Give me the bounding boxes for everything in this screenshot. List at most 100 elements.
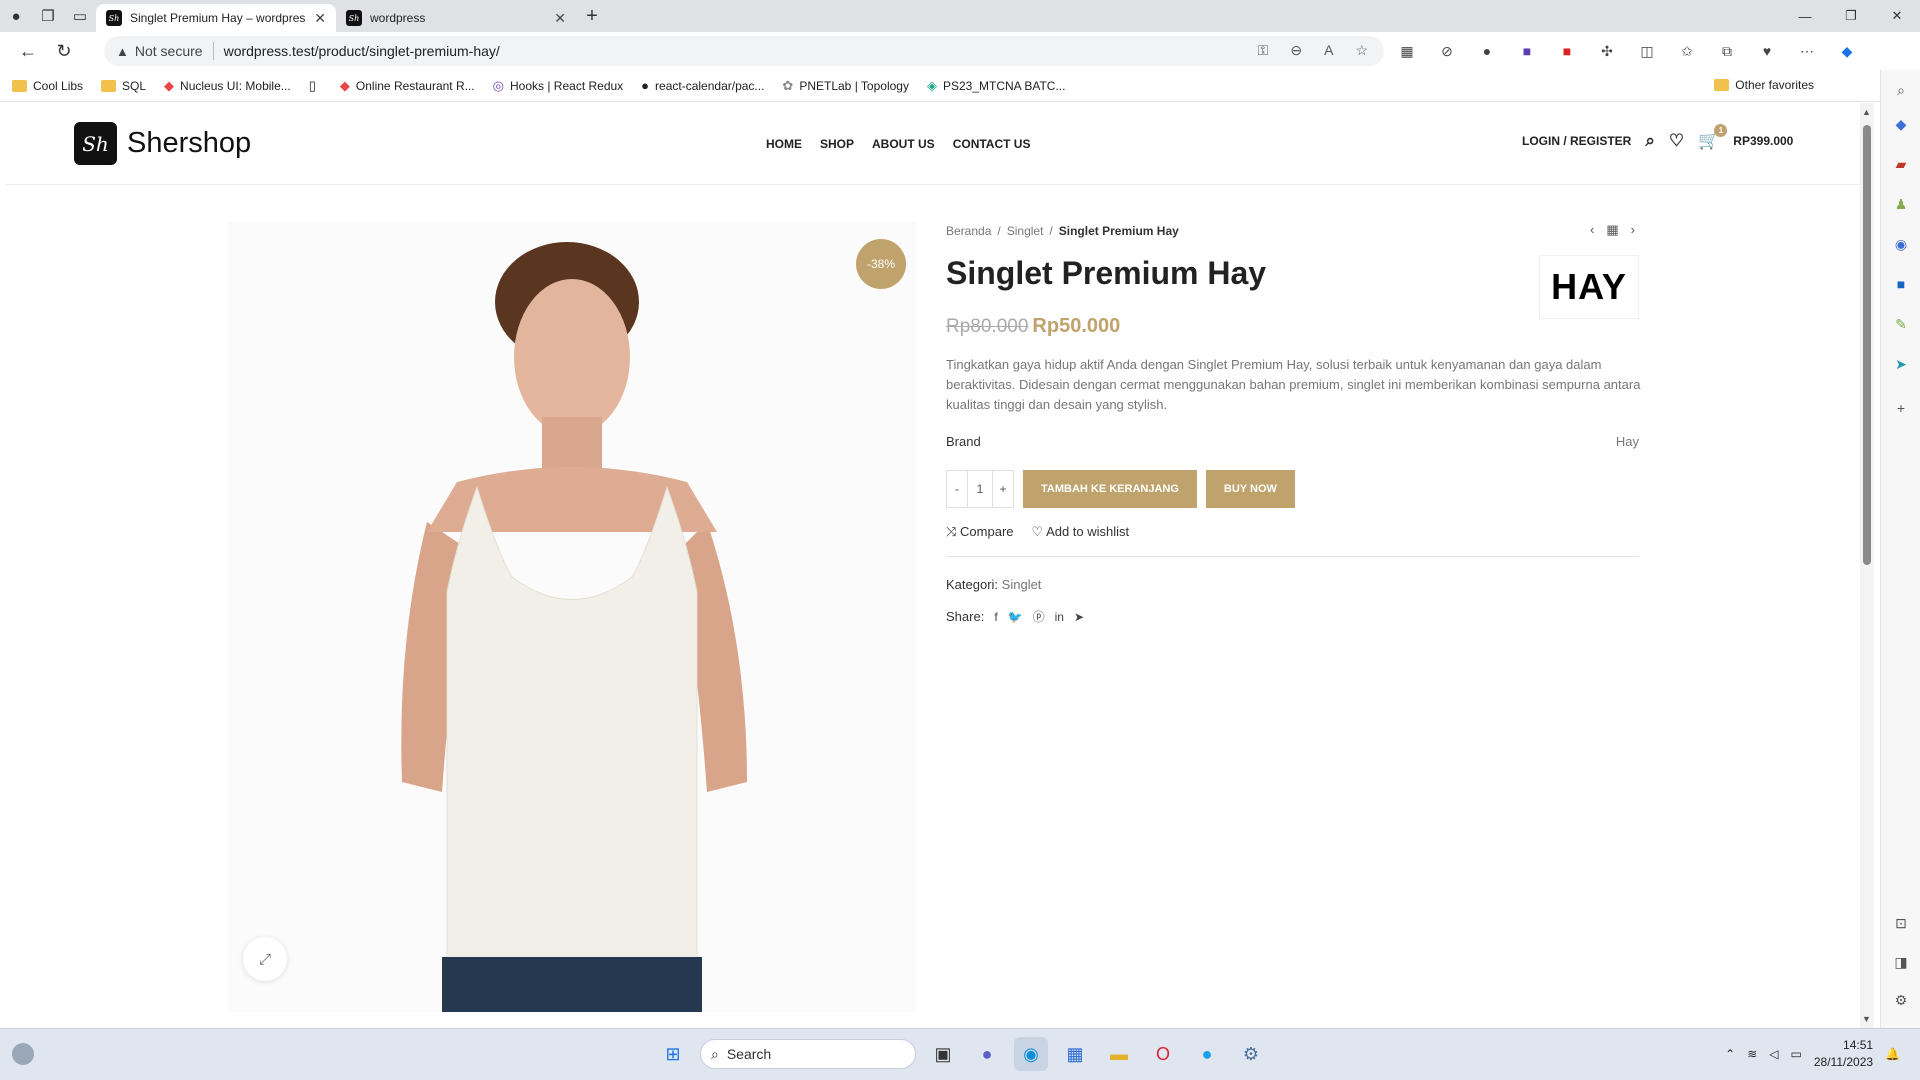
games-icon[interactable]: ♟ xyxy=(1891,196,1911,216)
close-tab-icon[interactable]: ✕ xyxy=(554,10,566,27)
settings-gear-icon[interactable]: ⚙ xyxy=(1891,992,1911,1012)
nav-shop[interactable]: SHOP xyxy=(820,137,854,151)
chevron-up-icon[interactable]: ⌃ xyxy=(1725,1047,1735,1061)
nav-contact-us[interactable]: CONTACT US xyxy=(953,137,1031,151)
drop-icon[interactable]: ➤ xyxy=(1891,356,1911,376)
close-window-icon[interactable]: ✕ xyxy=(1874,0,1920,32)
favorites-icon[interactable]: ✩ xyxy=(1676,40,1698,62)
bookmark[interactable]: ◆ Online Restaurant R... xyxy=(340,78,475,94)
url-text[interactable]: wordpress.test/product/singlet-premium-h… xyxy=(224,43,500,59)
login-register-link[interactable]: LOGIN / REGISTER xyxy=(1522,134,1631,148)
teams-icon[interactable]: ● xyxy=(970,1037,1004,1071)
cart-icon[interactable]: 🛒 1 xyxy=(1698,124,1728,151)
linkedin-icon[interactable]: in xyxy=(1055,610,1064,624)
tab-singlet[interactable]: Sh Singlet Premium Hay – wordpress ✕ xyxy=(96,4,336,32)
nav-home[interactable]: HOME xyxy=(766,137,802,151)
brand-value[interactable]: Hay xyxy=(1616,434,1639,449)
sidebar-toggle-icon[interactable]: ◨ xyxy=(1891,954,1911,974)
next-product-icon[interactable]: › xyxy=(1631,222,1635,238)
extensions-icon[interactable]: ✣ xyxy=(1596,40,1618,62)
twitter-icon[interactable]: 🐦 xyxy=(1008,610,1023,624)
notification-bell-icon[interactable]: 🔔 xyxy=(1885,1047,1900,1061)
scroll-up-icon[interactable]: ▲ xyxy=(1862,107,1871,117)
tab-actions-icon[interactable]: ▭ xyxy=(64,0,96,32)
cart-total[interactable]: RP399.000 xyxy=(1733,134,1793,148)
address-bar[interactable]: ▲ Not secure wordpress.test/product/sing… xyxy=(104,36,1384,66)
buy-now-button[interactable]: BUY NOW xyxy=(1205,470,1295,508)
workspaces-icon[interactable]: ❐ xyxy=(32,0,64,32)
telegram-icon[interactable]: ➤ xyxy=(1074,610,1084,624)
bookmark[interactable]: ◆ Nucleus UI: Mobile... xyxy=(164,78,291,94)
pinterest-icon[interactable]: ⓟ xyxy=(1033,608,1045,625)
copilot-icon[interactable]: ◆ xyxy=(1836,40,1858,62)
volume-icon[interactable]: ◁ xyxy=(1769,1047,1778,1061)
start-icon[interactable]: ⊞ xyxy=(656,1037,690,1071)
nav-about-us[interactable]: ABOUT US xyxy=(872,137,935,151)
screenshot-icon[interactable]: ⊡ xyxy=(1891,915,1911,935)
back-icon[interactable]: ← xyxy=(10,33,46,69)
outlook-icon[interactable]: ■ xyxy=(1891,276,1911,296)
compare-link[interactable]: ⤨ Compare xyxy=(946,524,1014,540)
tools-icon[interactable]: ▰ xyxy=(1891,156,1911,176)
minimize-icon[interactable]: — xyxy=(1782,0,1828,32)
bookmark[interactable]: ◈ PS23_MTCNA BATC... xyxy=(927,78,1065,94)
breadcrumb-category[interactable]: Singlet xyxy=(1007,224,1044,238)
restore-icon[interactable]: ❐ xyxy=(1828,0,1874,32)
breadcrumb-home[interactable]: Beranda xyxy=(946,224,991,238)
bookmark-folder[interactable]: Cool Libs xyxy=(12,79,83,93)
close-tab-icon[interactable]: ✕ xyxy=(314,10,326,27)
other-favorites[interactable]: Other favorites xyxy=(1714,78,1814,92)
profile-icon[interactable]: ● xyxy=(0,0,32,32)
app-icon[interactable]: ● xyxy=(1190,1037,1224,1071)
file-explorer-icon[interactable]: ▬ xyxy=(1102,1037,1136,1071)
page-scrollbar[interactable]: ▲ ▼ xyxy=(1860,103,1874,1028)
edge-icon[interactable]: ◉ xyxy=(1014,1037,1048,1071)
zoom-out-icon[interactable]: ⊖ xyxy=(1290,42,1302,59)
qty-input[interactable]: 1 xyxy=(967,471,993,507)
search-icon[interactable]: ⌕ xyxy=(1891,82,1911,102)
refresh-icon[interactable]: ↻ xyxy=(46,33,82,69)
site-logo[interactable]: Sh Shershop xyxy=(74,122,251,165)
taskbar-search[interactable]: ⌕ Search xyxy=(700,1039,916,1069)
scroll-down-icon[interactable]: ▼ xyxy=(1862,1014,1871,1024)
designer-icon[interactable]: ✎ xyxy=(1891,316,1911,336)
extension-icon[interactable]: ▦ xyxy=(1396,40,1418,62)
task-view-icon[interactable]: ▣ xyxy=(926,1037,960,1071)
extension-icon[interactable]: ⊘ xyxy=(1436,40,1458,62)
fullscreen-expand-icon[interactable]: ⤢ xyxy=(243,937,287,981)
collections-icon[interactable]: ⧉ xyxy=(1716,40,1738,62)
settings-gear-icon[interactable]: ⚙ xyxy=(1234,1037,1268,1071)
search-icon[interactable]: ⌕ xyxy=(1645,131,1655,151)
wishlist-heart-icon[interactable]: ♡ xyxy=(1669,131,1684,151)
prev-product-icon[interactable]: ‹ xyxy=(1590,222,1594,238)
wishlist-link[interactable]: ♡ Add to wishlist xyxy=(1032,524,1130,540)
store-icon[interactable]: ▦ xyxy=(1058,1037,1092,1071)
opera-icon[interactable]: O xyxy=(1146,1037,1180,1071)
clock[interactable]: 14:51 28/11/2023 xyxy=(1814,1037,1873,1071)
cookie-extension-icon[interactable]: ● xyxy=(1476,40,1498,62)
tab-wordpress[interactable]: Sh wordpress ✕ xyxy=(336,4,576,32)
bookmark[interactable]: ▯ xyxy=(309,78,322,94)
qty-plus-button[interactable]: + xyxy=(993,471,1013,507)
read-aloud-icon[interactable]: A xyxy=(1324,42,1333,59)
shopping-icon[interactable]: ◆ xyxy=(1891,116,1911,136)
new-tab-icon[interactable]: + xyxy=(576,0,608,32)
extension-icon[interactable]: ■ xyxy=(1556,40,1578,62)
scroll-thumb[interactable] xyxy=(1863,125,1871,565)
more-icon[interactable]: ⋯ xyxy=(1796,40,1818,62)
microsoft365-icon[interactable]: ◉ xyxy=(1891,236,1911,256)
key-icon[interactable]: ⚿ xyxy=(1258,42,1269,59)
wifi-icon[interactable]: ≋ xyxy=(1747,1047,1757,1061)
grid-icon[interactable]: ▦ xyxy=(1606,222,1618,238)
brand-logo[interactable]: HAY xyxy=(1539,255,1639,319)
bookmark-folder[interactable]: SQL xyxy=(101,79,146,93)
facebook-icon[interactable]: f xyxy=(994,610,997,624)
extension-icon[interactable]: ■ xyxy=(1516,40,1538,62)
qty-minus-button[interactable]: - xyxy=(947,471,967,507)
add-to-cart-button[interactable]: TAMBAH KE KERANJANG xyxy=(1023,470,1197,508)
battery-icon[interactable]: ▭ xyxy=(1791,1047,1802,1061)
kategori-value[interactable]: Singlet xyxy=(1002,577,1042,592)
favorite-star-icon[interactable]: ☆ xyxy=(1355,42,1368,59)
split-screen-icon[interactable]: ◫ xyxy=(1636,40,1658,62)
product-image[interactable]: -38% ⤢ xyxy=(227,222,917,1012)
